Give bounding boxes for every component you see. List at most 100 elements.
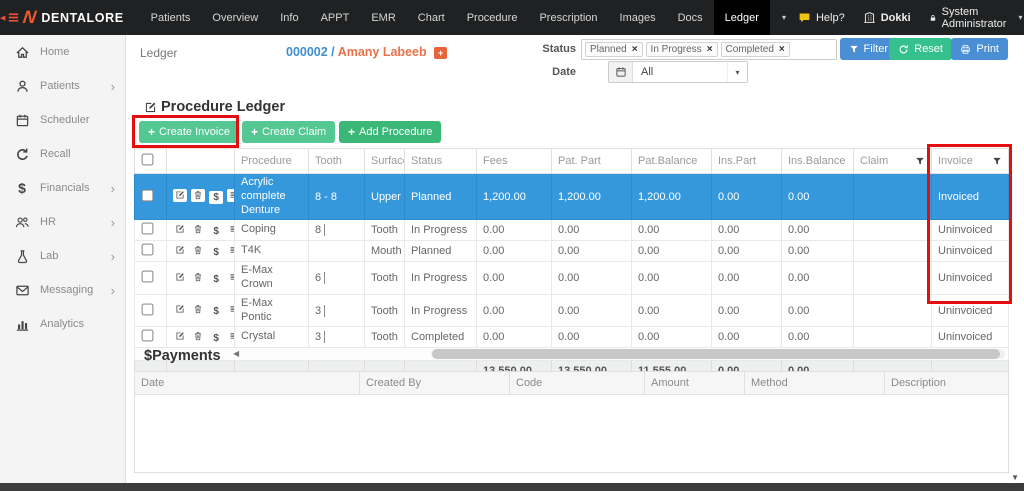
col-ins-part[interactable]: Ins.Part xyxy=(712,149,782,174)
add-procedure-button[interactable]: + Add Procedure xyxy=(339,121,441,143)
nav-item-ledger[interactable]: Ledger xyxy=(714,0,770,35)
sidebar-item-patients[interactable]: Patients › xyxy=(0,69,125,103)
table-row[interactable]: $ Acrylic complete Denture 8 - 8 Upper P… xyxy=(135,174,1009,220)
patient-link[interactable]: 000002 / Amany Labeeb + xyxy=(286,45,447,59)
col-surface[interactable]: Surface xyxy=(365,149,405,174)
edit-icon[interactable] xyxy=(173,303,187,316)
user-menu[interactable]: System Administrator ▾ xyxy=(929,6,1023,30)
col-status[interactable]: Status xyxy=(405,149,477,174)
col-date[interactable]: Date xyxy=(135,372,360,395)
scroll-left-arrow-icon[interactable]: ◀ xyxy=(233,349,239,359)
nav-item-chart[interactable]: Chart xyxy=(407,0,456,35)
brand-logo[interactable]: N DENTALORE xyxy=(21,0,139,35)
edit-icon[interactable] xyxy=(173,330,187,343)
sidebar-item-home[interactable]: Home xyxy=(0,35,125,69)
row-checkbox[interactable] xyxy=(142,189,154,201)
status-filter-input[interactable]: Planned × In Progress × Completed × xyxy=(581,39,837,60)
nav-item-patients[interactable]: Patients xyxy=(140,0,202,35)
nav-item-overview[interactable]: Overview xyxy=(201,0,269,35)
scroll-down-caret-icon[interactable]: ▼ xyxy=(1011,473,1019,482)
table-row[interactable]: $ T4K Mouth Planned 0.00 0.00 0.00 0.00 … xyxy=(135,241,1009,262)
payment-icon[interactable]: $ xyxy=(209,246,223,259)
col-claim[interactable]: Claim xyxy=(854,149,932,174)
edit-icon[interactable] xyxy=(173,189,187,202)
nav-item-procedure[interactable]: Procedure xyxy=(456,0,529,35)
print-button[interactable]: Print xyxy=(951,38,1008,60)
ledger-detail-icon[interactable] xyxy=(227,244,234,257)
horizontal-scrollbar[interactable]: ◀ xyxy=(135,348,1008,360)
nav-item-emr[interactable]: EMR xyxy=(360,0,406,35)
col-procedure[interactable]: Procedure xyxy=(235,149,309,174)
chip-remove-icon[interactable]: × xyxy=(632,44,638,55)
row-checkbox[interactable] xyxy=(142,223,154,235)
col-code[interactable]: Code xyxy=(510,372,645,395)
nav-more-caret[interactable]: ▾ xyxy=(770,0,798,35)
sidebar-item-hr[interactable]: HR › xyxy=(0,205,125,239)
row-checkbox[interactable] xyxy=(142,271,154,283)
date-filter-select[interactable]: All ▾ xyxy=(608,61,748,83)
sidebar-item-financials[interactable]: $ Financials › xyxy=(0,171,125,205)
row-checkbox[interactable] xyxy=(142,303,154,315)
edit-icon[interactable] xyxy=(173,270,187,283)
col-pat-part[interactable]: Pat. Part xyxy=(552,149,632,174)
payment-icon[interactable]: $ xyxy=(209,273,223,286)
col-method[interactable]: Method xyxy=(745,372,885,395)
scrollbar-thumb[interactable] xyxy=(432,349,1000,359)
nav-item-prescription[interactable]: Prescription xyxy=(528,0,608,35)
reset-button[interactable]: Reset xyxy=(889,38,952,60)
delete-icon[interactable] xyxy=(191,244,205,257)
ledger-detail-icon[interactable] xyxy=(227,223,234,236)
chip-remove-icon[interactable]: × xyxy=(779,44,785,55)
table-row[interactable]: $ Crystal 3 Tooth Completed 0.00 0.00 0.… xyxy=(135,327,1009,348)
payment-icon[interactable]: $ xyxy=(209,305,223,318)
delete-icon[interactable] xyxy=(191,223,205,236)
select-all-checkbox[interactable] xyxy=(142,154,154,166)
ledger-detail-icon[interactable] xyxy=(227,303,234,316)
nav-item-info[interactable]: Info xyxy=(269,0,309,35)
sidebar-item-lab[interactable]: Lab › xyxy=(0,239,125,273)
claim-filter-icon[interactable] xyxy=(915,156,925,166)
ledger-detail-icon[interactable] xyxy=(227,330,234,343)
row-checkbox[interactable] xyxy=(142,244,154,256)
nav-item-docs[interactable]: Docs xyxy=(667,0,714,35)
col-tooth[interactable]: Tooth xyxy=(309,149,365,174)
sidebar-item-scheduler[interactable]: Scheduler xyxy=(0,103,125,137)
col-pat-balance[interactable]: Pat.Balance xyxy=(632,149,712,174)
edit-icon[interactable] xyxy=(173,223,187,236)
invoice-filter-icon[interactable] xyxy=(992,156,1002,166)
delete-icon[interactable] xyxy=(191,270,205,283)
sidebar-item-recall[interactable]: Recall xyxy=(0,137,125,171)
col-description[interactable]: Description xyxy=(885,372,1009,395)
sidebar-item-messaging[interactable]: Messaging › xyxy=(0,273,125,307)
chip-remove-icon[interactable]: × xyxy=(707,44,713,55)
table-row[interactable]: $ E-Max Pontic 3 Tooth In Progress 0.00 … xyxy=(135,294,1009,327)
col-ins-balance[interactable]: Ins.Balance xyxy=(782,149,854,174)
col-amount[interactable]: Amount xyxy=(645,372,745,395)
delete-icon[interactable] xyxy=(191,189,205,202)
payment-icon[interactable]: $ xyxy=(209,191,223,204)
nav-item-images[interactable]: Images xyxy=(609,0,667,35)
table-row[interactable]: $ Coping 8 Tooth In Progress 0.00 0.00 0… xyxy=(135,220,1009,241)
payment-icon[interactable]: $ xyxy=(209,225,223,238)
col-created-by[interactable]: Created By xyxy=(360,372,510,395)
nav-item-appt[interactable]: APPT xyxy=(310,0,361,35)
payment-icon[interactable]: $ xyxy=(209,332,223,345)
cell-ins-part: 0.00 xyxy=(712,294,782,327)
row-checkbox[interactable] xyxy=(142,330,154,342)
branch-selector[interactable]: Dokki xyxy=(863,11,911,24)
edit-icon[interactable] xyxy=(173,244,187,257)
col-invoice[interactable]: Invoice xyxy=(932,149,1009,174)
ledger-detail-icon[interactable] xyxy=(227,270,234,283)
patient-add-icon[interactable]: + xyxy=(434,47,447,59)
table-row[interactable]: $ E-Max Crown 6 Tooth In Progress 0.00 0… xyxy=(135,262,1009,295)
sidebar-collapse-button[interactable]: ◀ xyxy=(0,0,21,35)
create-invoice-button[interactable]: + Create Invoice xyxy=(139,121,239,143)
create-claim-button[interactable]: + Create Claim xyxy=(242,121,335,143)
scrollbar-track[interactable] xyxy=(431,349,1005,359)
delete-icon[interactable] xyxy=(191,303,205,316)
delete-icon[interactable] xyxy=(191,330,205,343)
sidebar-item-analytics[interactable]: Analytics xyxy=(0,307,125,341)
help-link[interactable]: Help? xyxy=(798,11,845,24)
ledger-detail-icon[interactable] xyxy=(227,189,234,202)
col-fees[interactable]: Fees xyxy=(477,149,552,174)
